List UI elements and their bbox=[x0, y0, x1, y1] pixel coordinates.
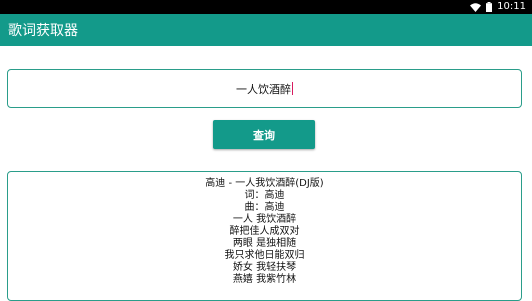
search-input-value: 一人饮酒醉 bbox=[236, 82, 291, 96]
lyric-line: 两眼 是独相随 bbox=[232, 238, 297, 249]
status-bar: 10:11 bbox=[0, 0, 532, 14]
lyric-line: 我只求他日能双归 bbox=[224, 250, 305, 261]
app-title: 歌词获取器 bbox=[8, 23, 78, 39]
wifi-icon bbox=[470, 2, 482, 12]
lyrics-result-area[interactable]: 高迪 - 一人我饮酒醉(DJ版) 词：高迪 曲：高迪 一人 我饮酒醉 醉把佳人成双对 两眼… bbox=[7, 171, 522, 301]
search-button[interactable]: 查询 bbox=[213, 120, 315, 149]
lyric-line: 醉把佳人成双对 bbox=[229, 226, 300, 237]
search-input[interactable]: 一人饮酒醉 bbox=[7, 69, 522, 108]
status-time: 10:11 bbox=[497, 1, 526, 12]
lyric-line: 曲：高迪 bbox=[244, 202, 285, 213]
lyric-line: 词：高迪 bbox=[244, 190, 285, 201]
lyrics-list: 高迪 - 一人我饮酒醉(DJ版) 词：高迪 曲：高迪 一人 我饮酒醉 醉把佳人成双对 两眼… bbox=[8, 178, 521, 286]
lyric-line: 娇女 我轻扶琴 bbox=[232, 262, 297, 273]
text-cursor bbox=[292, 82, 293, 95]
app-bar: 歌词获取器 bbox=[0, 14, 532, 46]
lyric-line: 燕嬉 我紫竹林 bbox=[232, 274, 297, 285]
lyric-line: 一人 我饮酒醉 bbox=[232, 214, 297, 225]
status-icons: 10:11 bbox=[470, 0, 526, 14]
battery-icon bbox=[486, 2, 493, 12]
lyric-line: 高迪 - 一人我饮酒醉(DJ版) bbox=[205, 178, 324, 189]
